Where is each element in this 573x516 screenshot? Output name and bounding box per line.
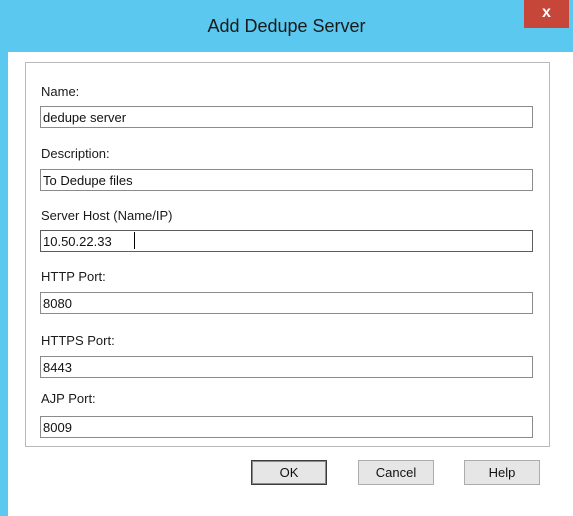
text-caret <box>134 232 135 249</box>
cancel-button[interactable]: Cancel <box>358 460 434 485</box>
http-port-input[interactable] <box>40 292 533 314</box>
help-button[interactable]: Help <box>464 460 540 485</box>
add-dedupe-server-dialog: Add Dedupe Server x Name: Description: S… <box>0 0 573 516</box>
close-button[interactable]: x <box>524 0 569 28</box>
description-input[interactable] <box>40 169 533 191</box>
server-host-label: Server Host (Name/IP) <box>41 208 173 223</box>
name-input[interactable] <box>40 106 533 128</box>
https-port-input[interactable] <box>40 356 533 378</box>
title-bar[interactable]: Add Dedupe Server x <box>0 0 573 52</box>
description-label: Description: <box>41 146 110 161</box>
http-port-label: HTTP Port: <box>41 269 106 284</box>
ajp-port-input[interactable] <box>40 416 533 438</box>
server-host-input[interactable] <box>40 230 533 252</box>
dialog-title: Add Dedupe Server <box>207 16 366 36</box>
ajp-port-label: AJP Port: <box>41 391 96 406</box>
https-port-label: HTTPS Port: <box>41 333 115 348</box>
close-icon: x <box>542 4 551 21</box>
ok-button[interactable]: OK <box>251 460 327 485</box>
name-label: Name: <box>41 84 80 99</box>
